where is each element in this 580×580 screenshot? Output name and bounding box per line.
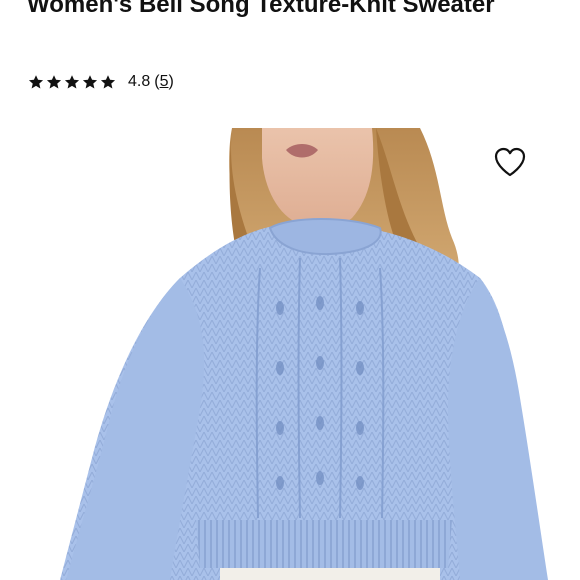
star-icon (100, 75, 116, 89)
star-icon (28, 75, 44, 89)
add-to-favorites-button[interactable] (490, 142, 530, 182)
review-count-link[interactable]: 5 (160, 73, 169, 91)
product-title: Women's Bell Song Texture-Knit Sweater (27, 0, 495, 18)
heart-outline-icon (494, 147, 526, 177)
review-count-close-paren: ) (168, 73, 174, 90)
product-page: Women's Bell Song Texture-Knit Sweater 4… (0, 0, 580, 580)
rating-summary: 4.8 (5) (28, 70, 174, 94)
star-icon (64, 75, 80, 89)
rating-value: 4.8 (128, 73, 151, 90)
product-photo-illustration (60, 128, 548, 580)
product-image[interactable] (0, 128, 580, 580)
star-icon (82, 75, 98, 89)
star-icon (46, 75, 62, 89)
star-rating (28, 74, 116, 90)
